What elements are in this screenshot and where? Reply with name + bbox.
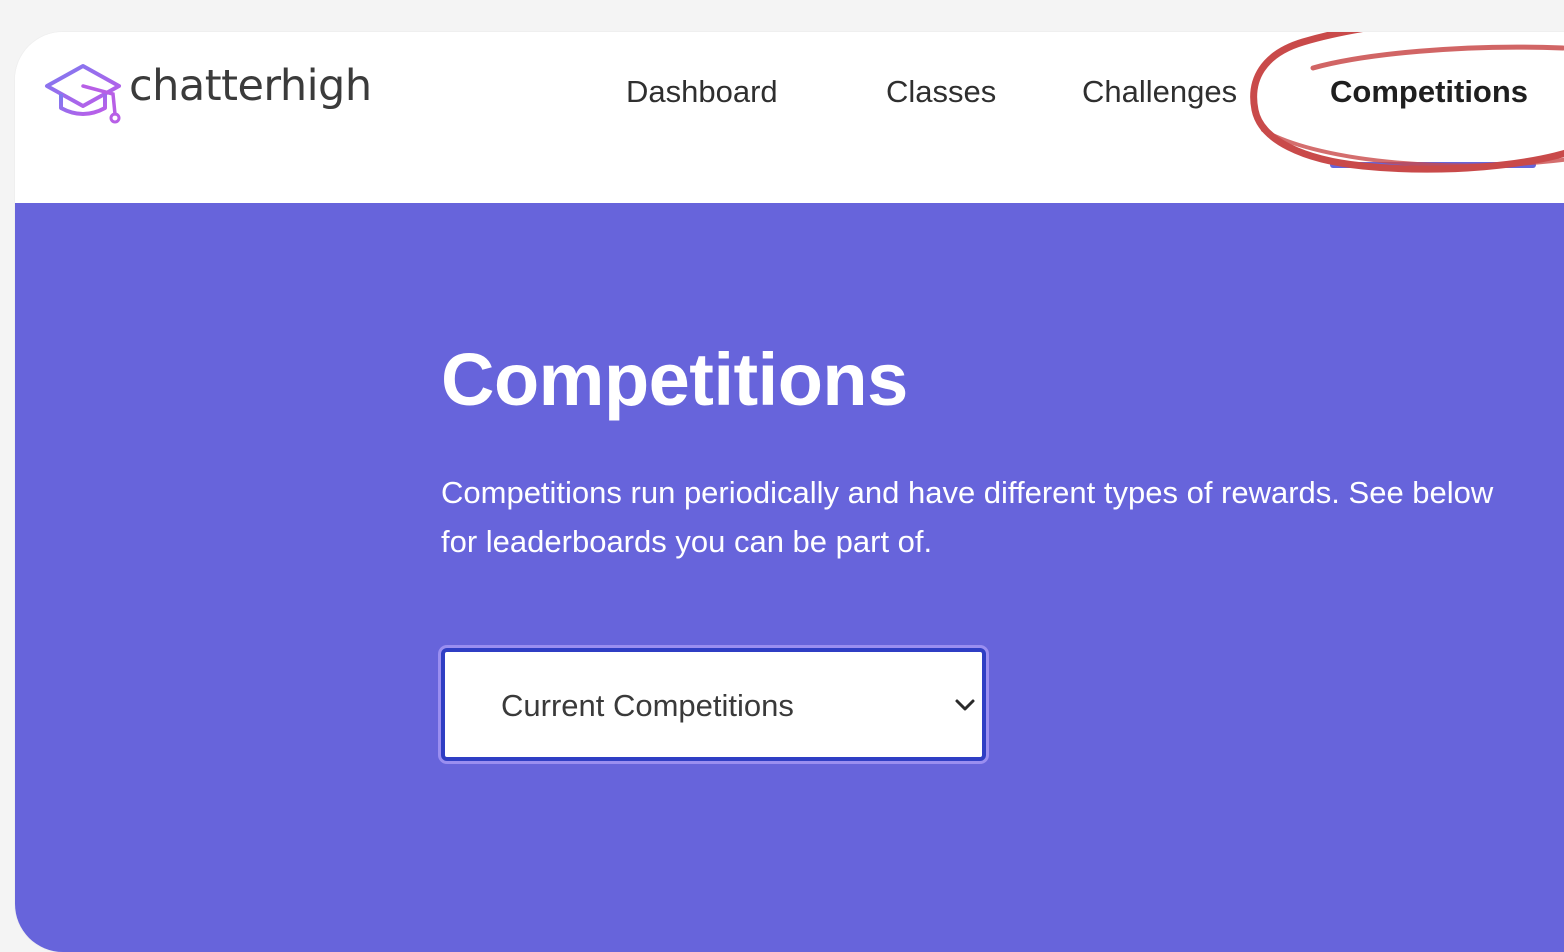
select-value: Current Competitions bbox=[501, 688, 794, 723]
chevron-down-icon bbox=[955, 699, 975, 711]
logo[interactable]: chatterhigh bbox=[43, 54, 372, 126]
nav-item-classes[interactable]: Classes bbox=[886, 76, 996, 107]
top-navigation-bar: chatterhigh Dashboard Classes Challenges… bbox=[15, 32, 1564, 203]
active-tab-indicator bbox=[1330, 162, 1536, 168]
hand-drawn-circle-annotation bbox=[1250, 32, 1564, 173]
graduation-cap-icon bbox=[45, 64, 121, 124]
nav-item-challenges[interactable]: Challenges bbox=[1082, 76, 1237, 107]
brand-name: chatterhigh bbox=[129, 60, 372, 111]
competition-filter-select[interactable]: Current Competitions bbox=[441, 648, 986, 761]
page-title: Competitions bbox=[441, 338, 908, 421]
app-window: chatterhigh Dashboard Classes Challenges… bbox=[15, 32, 1564, 952]
nav-item-competitions[interactable]: Competitions bbox=[1330, 76, 1528, 107]
hero-section: Competitions Competitions run periodical… bbox=[15, 203, 1564, 952]
page-description: Competitions run periodically and have d… bbox=[441, 475, 1494, 559]
nav-item-dashboard[interactable]: Dashboard bbox=[626, 76, 778, 107]
